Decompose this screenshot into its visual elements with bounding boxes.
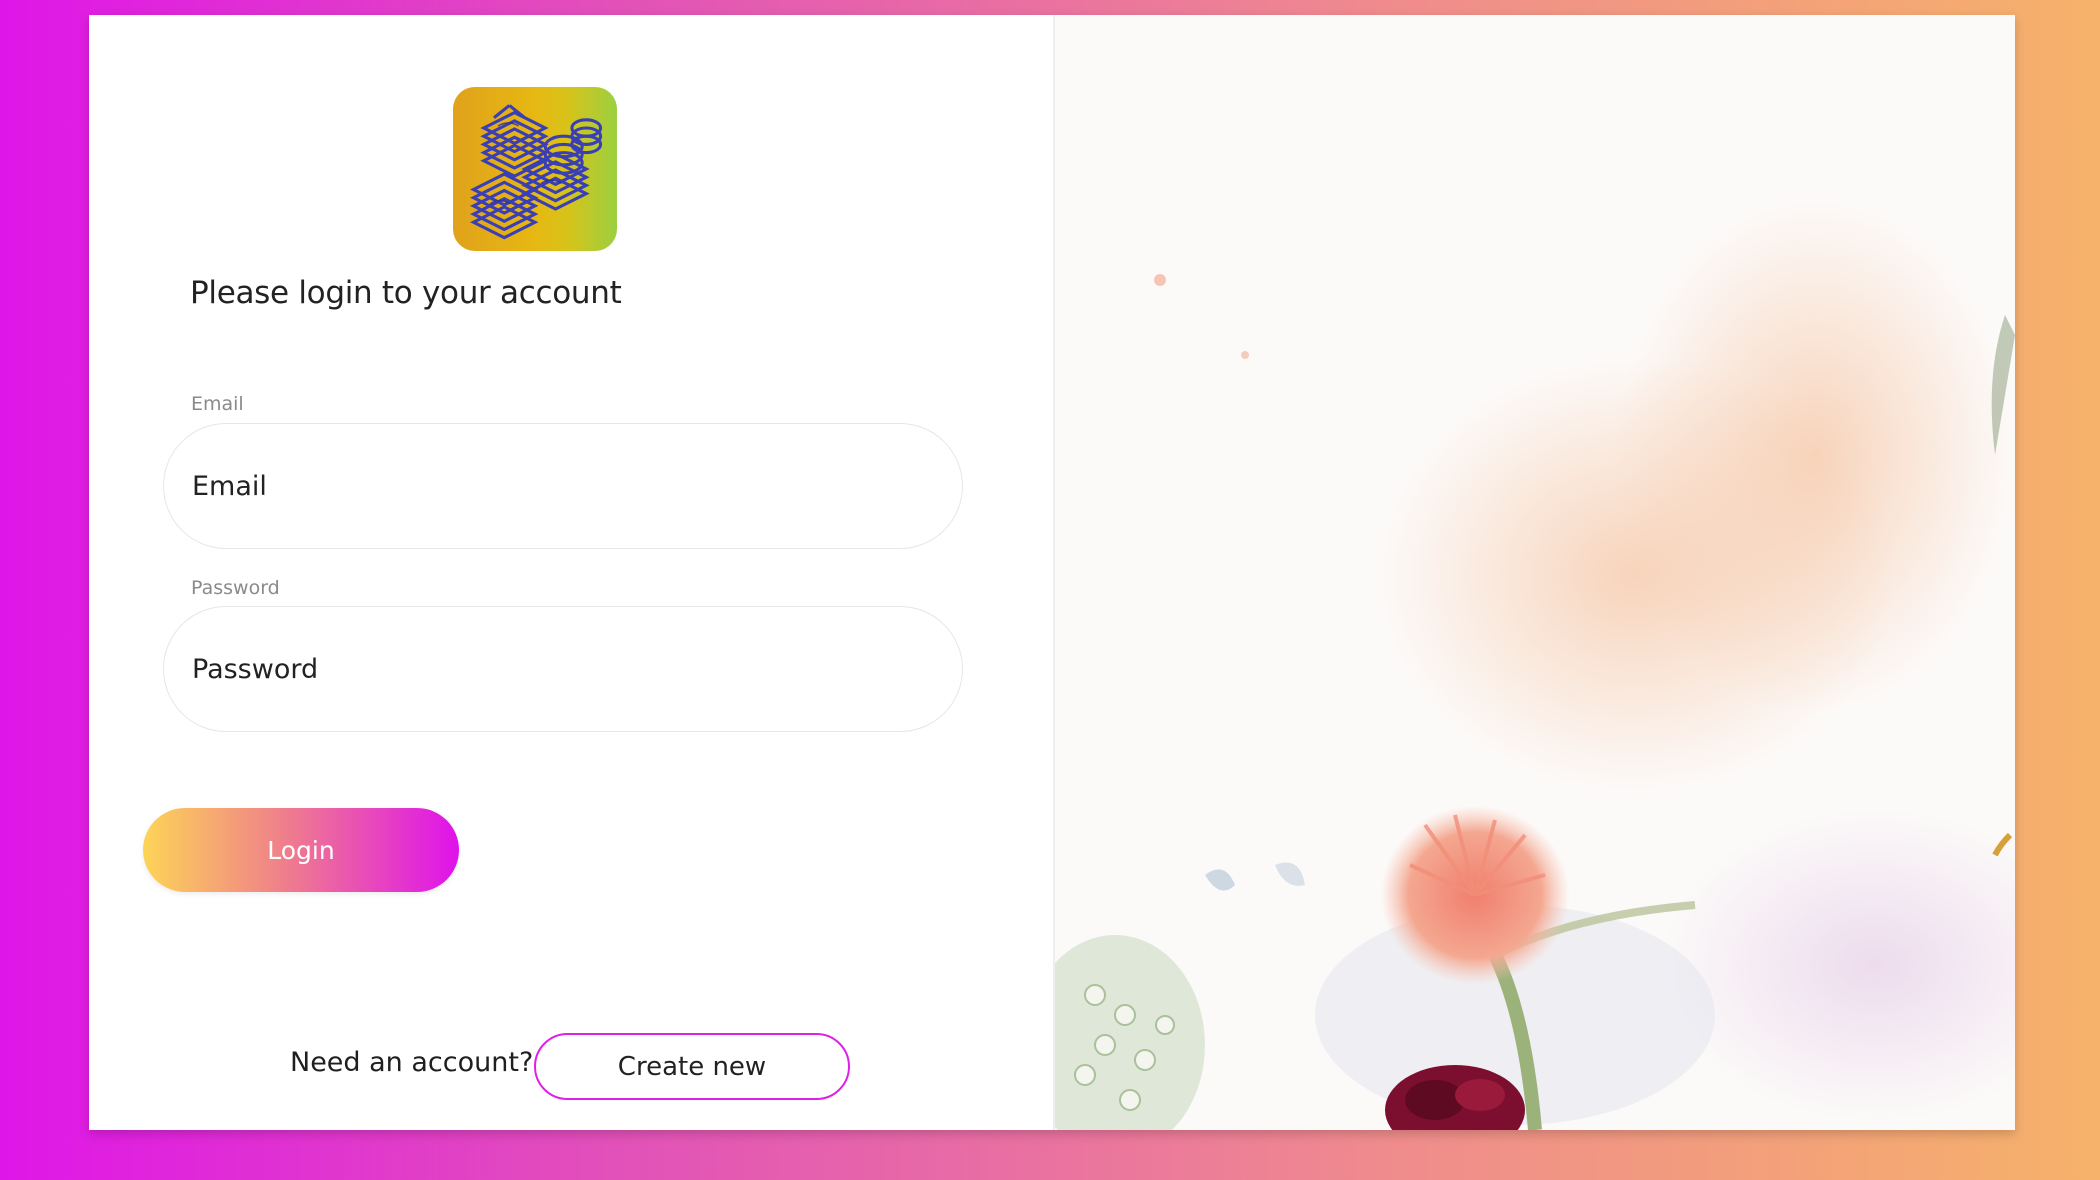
login-heading: Please login to your account xyxy=(190,275,622,311)
email-input[interactable] xyxy=(192,424,932,548)
big-mood-logo-icon xyxy=(453,87,617,251)
floral-image-panel xyxy=(1055,15,2015,1130)
create-account-button[interactable]: Create new xyxy=(534,1033,850,1100)
password-label: Password xyxy=(191,577,280,599)
floral-artwork xyxy=(1055,15,2015,1130)
login-card: Please login to your account Email Passw… xyxy=(89,15,2015,1130)
email-label: Email xyxy=(191,393,244,415)
password-input[interactable] xyxy=(192,607,932,731)
need-account-text: Need an account? xyxy=(290,1047,534,1078)
login-panel: Please login to your account Email Passw… xyxy=(89,15,1053,1130)
email-field[interactable] xyxy=(163,423,963,549)
password-field[interactable] xyxy=(163,606,963,732)
login-button[interactable]: Login xyxy=(143,808,459,892)
